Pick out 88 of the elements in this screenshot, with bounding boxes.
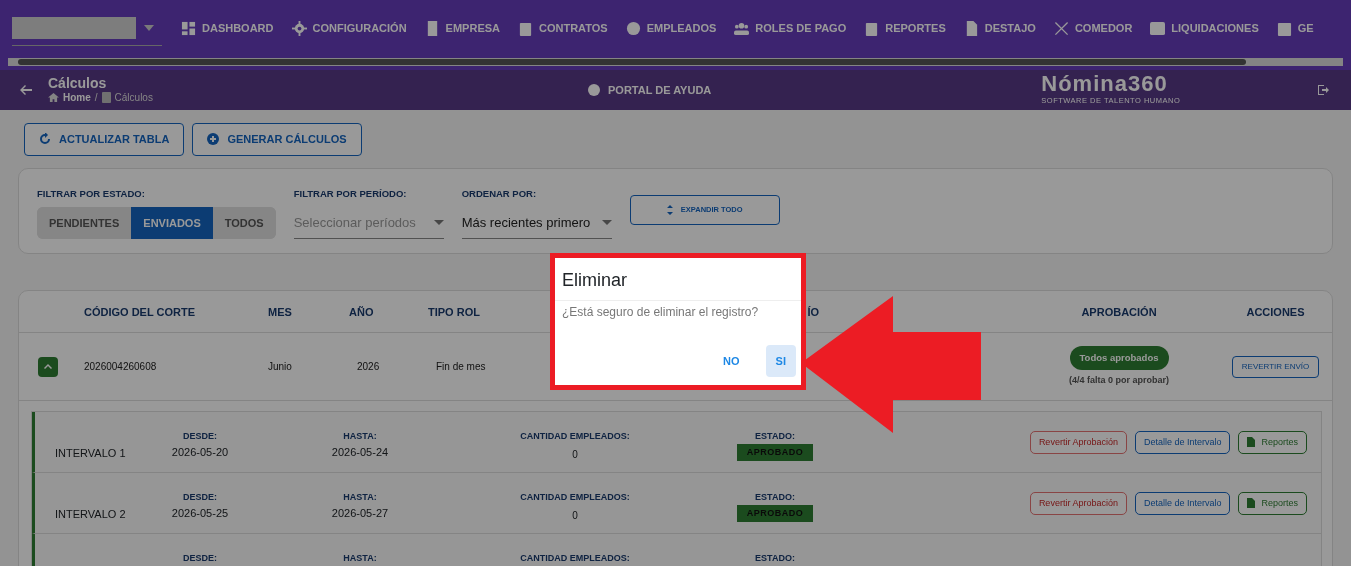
column-header: AÑO [349,304,375,320]
breadcrumb-current: Cálculos [114,90,153,105]
field-value: 0 [572,508,578,523]
document-icon [1247,498,1256,509]
interval-name: INTERVALO 1 [55,447,126,459]
column-header: CÓDIGO DEL CORTE [84,304,197,320]
field-label: DESDE: [183,552,217,566]
utensils-icon [1053,20,1069,36]
table-cell-text: 2026 [356,360,381,375]
field-label: DESDE: [183,491,217,505]
approval-note: (4/4 falta 0 por aprobar) [1069,374,1169,388]
field-value: 2026-05-25 [171,505,229,521]
caret-icon [433,220,444,225]
field-label: HASTA: [343,491,377,505]
breadcrumb-link[interactable]: Home [63,89,91,105]
field-label: HASTA: [343,552,377,566]
field-label: ESTADO: [755,552,795,566]
nav-link[interactable]: COMEDOR [1044,19,1142,37]
field-value: 2026-05-20 [171,444,229,460]
column-header: MES [268,304,293,320]
field-label: HASTA: [343,430,377,444]
nav-link[interactable]: EMPLEADOS [616,19,726,37]
revert-approval-button[interactable]: Revertir Aprobación [1029,491,1127,515]
refresh-icon [39,133,51,146]
interval-name: INTERVALO 2 [55,508,126,520]
page-title: Cálculos [48,75,108,90]
field-label: CANTIDAD EMPLEADOS: [520,491,630,505]
field-label: CANTIDAD EMPLEADOS: [520,430,630,444]
interval-detail-button[interactable]: Detalle de Intervalo [1134,430,1231,454]
column-header: ÍO [807,305,819,318]
field-value: 0 [572,447,578,462]
nav-link[interactable]: GE [1267,19,1323,37]
grid-icon [181,20,196,36]
dialog-message: ¿Está seguro de eliminar el registro? [561,303,760,321]
nav-link[interactable]: LIQUIDACIONES [1141,19,1268,37]
caret-icon [144,24,154,31]
nav-link[interactable]: ROLES DE PAGO [725,19,856,37]
status-badge: APROBADO [736,504,814,523]
nav-link[interactable]: CONFIGURACIÓN [282,19,416,37]
people-icon [734,20,750,36]
chevron-up-icon [44,364,52,370]
nav-link[interactable]: DASHBOARD [172,19,283,37]
plus-circle-icon [207,133,220,146]
select-field[interactable]: Seleccionar períodos [293,206,444,240]
table-cell-text: Fin de mes [435,360,487,375]
revert-button[interactable]: REVERTIR ENVÍO [1231,355,1320,378]
dialog-button[interactable]: NO [713,344,750,378]
dialog-title: Eliminar [555,258,801,301]
nav-link[interactable]: EMPRESA [415,19,509,37]
field-label: ESTADO: [755,491,795,505]
document-icon [1247,437,1256,448]
nav-link[interactable]: CONTRATOS [509,19,617,37]
expand-icon [666,204,673,215]
field-label: CANTIDAD EMPLEADOS: [520,552,630,566]
breadcrumb-separator: / [94,90,98,105]
column-header: APROBACIÓN [1080,304,1158,320]
field-value: 2026-05-27 [331,505,389,521]
revert-approval-button[interactable]: Revertir Aprobación [1029,430,1127,454]
gear-icon [291,20,307,36]
nav-link[interactable]: DESTAJO [954,19,1045,37]
segment-tab[interactable]: ENVIADOS [131,206,213,240]
back-arrow-icon [20,84,32,96]
table-cell-text: 2026004260608 [84,360,158,375]
field-value: 2026-05-24 [331,444,389,460]
logout-icon [1317,84,1331,96]
interval-detail-button[interactable]: Detalle de Intervalo [1134,491,1231,515]
status-badge: Todos aprobados [1069,345,1169,371]
filter-label: FILTRAR POR PERÍODO: [293,186,408,201]
collapse-button[interactable] [38,356,58,377]
filter-label: ORDENAR POR: [461,186,538,201]
column-header: ACCIONES [1245,304,1306,320]
filter-label: FILTRAR POR ESTADO: [37,186,146,201]
toolbar-button[interactable]: ACTUALIZAR TABLA [24,123,185,156]
field-label: ESTADO: [755,430,795,444]
nav-link[interactable]: REPORTES [855,19,955,37]
select-field[interactable]: Más recientes primero [461,206,612,240]
scrollbar[interactable] [8,58,1343,66]
caret-icon [601,220,612,225]
toolbar-button[interactable]: GENERAR CÁLCULOS [192,123,362,156]
reports-button[interactable]: Reportes [1238,430,1307,454]
status-badge: APROBADO [736,443,814,462]
table-cell-text: Junio [268,360,293,375]
home-icon [48,92,59,102]
reports-button[interactable]: Reportes [1238,491,1307,515]
logo-text: Nómina360 [1041,73,1169,96]
dialog-button[interactable]: SI [765,344,796,378]
field-label: DESDE: [183,430,217,444]
help-link[interactable]: PORTAL DE AYUDA [588,81,712,99]
